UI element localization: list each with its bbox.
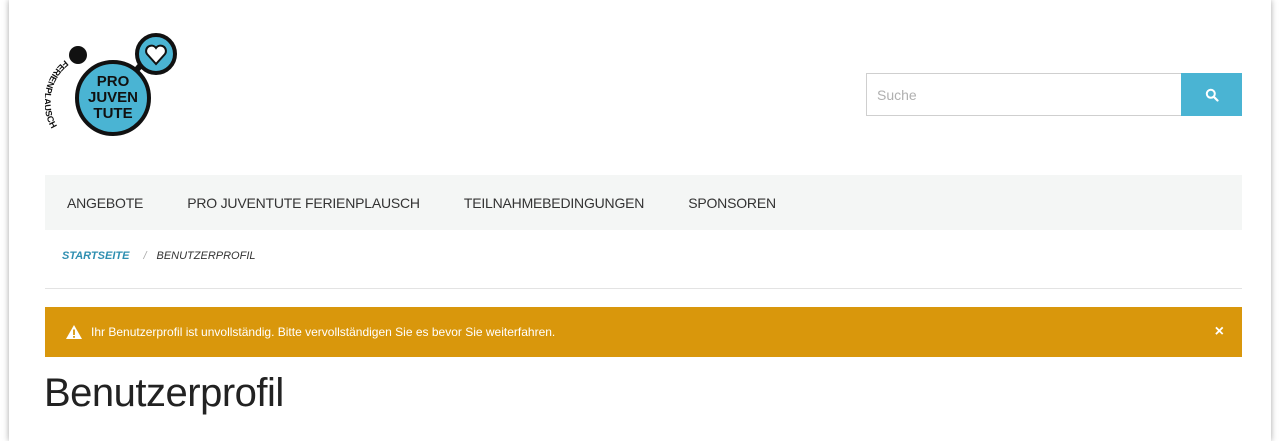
alert-message: Ihr Benutzerprofil ist unvollständig. Bi… [91, 325, 556, 339]
search-input[interactable] [866, 73, 1181, 116]
nav-item-angebote[interactable]: ANGEBOTE [67, 195, 143, 211]
page-container: PRO JUVEN TUTE FERIENPLAUSCH ANGEBOTE PR… [9, 0, 1271, 441]
nav-item-ferienplausch[interactable]: PRO JUVENTUTE FERIENPLAUSCH [187, 195, 420, 211]
alert-close-button[interactable]: × [1215, 324, 1224, 340]
logo-graphic: PRO JUVEN TUTE FERIENPLAUSCH [42, 33, 177, 136]
search-form [866, 73, 1242, 116]
breadcrumb-home-link[interactable]: STARTSEITE [62, 250, 129, 262]
page-title: Benutzerprofil [44, 371, 284, 415]
logo-arc-text: FERIENPLAUSCH [42, 58, 70, 130]
svg-text:FERIENPLAUSCH: FERIENPLAUSCH [45, 58, 70, 130]
logo-line-2: JUVEN [88, 89, 138, 106]
breadcrumb: STARTSEITE / BENUTZERPROFIL [45, 250, 1242, 289]
search-button[interactable] [1181, 73, 1242, 116]
warning-alert: Ihr Benutzerprofil ist unvollständig. Bi… [45, 307, 1242, 357]
main-navigation: ANGEBOTE PRO JUVENTUTE FERIENPLAUSCH TEI… [45, 175, 1242, 230]
search-icon [1205, 88, 1219, 102]
nav-item-sponsoren[interactable]: SPONSOREN [688, 195, 776, 211]
warning-icon [65, 324, 83, 340]
breadcrumb-separator: / [143, 250, 147, 262]
nav-item-teilnahmebedingungen[interactable]: TEILNAHMEBEDINGUNGEN [464, 195, 645, 211]
logo-line-3: TUTE [93, 105, 132, 122]
breadcrumb-current: BENUTZERPROFIL [156, 250, 256, 262]
logo-line-1: PRO [97, 73, 130, 90]
pro-juventute-logo[interactable]: PRO JUVEN TUTE FERIENPLAUSCH [42, 22, 185, 162]
